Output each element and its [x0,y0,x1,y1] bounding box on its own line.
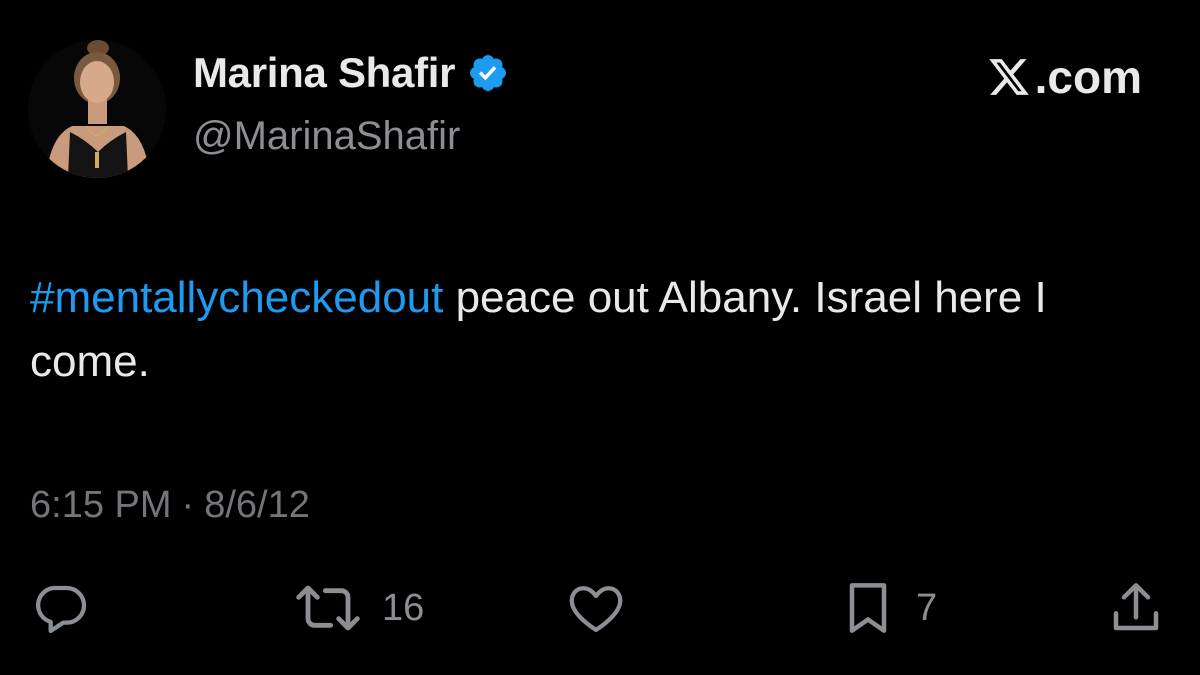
like-button[interactable] [564,570,644,646]
display-name[interactable]: Marina Shafir [193,52,455,94]
x-logo-icon [988,59,1029,95]
brand-suffix: .com [1034,51,1142,103]
hashtag-link[interactable]: #mentallycheckedout [30,273,443,322]
tweet-timestamp[interactable]: 6:15 PM · 8/6/12 [30,486,310,524]
avatar[interactable] [28,40,166,178]
bookmark-count: 7 [916,586,938,629]
author-name-row[interactable]: Marina Shafir [193,52,509,94]
tweet-date: 8/6/12 [204,484,310,526]
reply-button[interactable] [28,570,108,646]
retweet-button[interactable]: 16 [290,570,424,646]
tweet-text: #mentallycheckedout peace out Albany. Is… [30,266,1160,394]
share-icon [1113,583,1159,631]
avatar-image [28,40,166,178]
share-button[interactable] [1104,570,1184,646]
reply-icon [36,585,87,634]
verified-badge-icon [470,55,507,91]
bookmark-button[interactable]: 7 [836,570,937,646]
retweet-count: 16 [382,586,425,629]
author-handle[interactable]: @MarinaShafir [193,116,460,156]
brand-logo: .com [987,54,1142,100]
action-bar: 16 7 [0,570,1200,650]
tweet-time: 6:15 PM [30,484,172,526]
heart-icon [569,586,623,632]
bookmark-icon [849,583,887,633]
retweet-icon [296,585,360,631]
timestamp-separator: · [181,484,195,526]
tweet-card: Marina Shafir @MarinaShafir .com #mental… [0,0,1200,675]
